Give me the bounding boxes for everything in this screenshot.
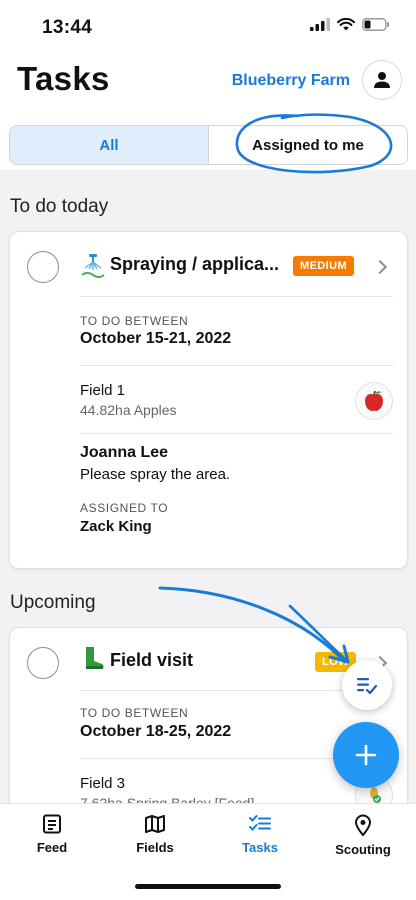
crop-badge xyxy=(355,382,393,420)
task-title: Field visit xyxy=(110,650,194,670)
section-title-upcoming: Upcoming xyxy=(10,592,96,613)
date-range: October 15-21, 2022 xyxy=(80,330,232,347)
nav-label: Fields xyxy=(136,840,174,855)
complete-checkbox[interactable] xyxy=(27,251,59,283)
home-indicator xyxy=(135,884,281,889)
page-title: Tasks xyxy=(17,60,110,97)
task-title: Spraying / applica... xyxy=(110,254,280,274)
date-label: TO DO BETWEEN xyxy=(80,706,189,720)
assignee-name: Zack King xyxy=(80,518,152,535)
barley-icon xyxy=(370,787,381,803)
field-name: Field 3 xyxy=(80,775,126,792)
bulk-complete-button[interactable] xyxy=(342,660,392,710)
sprayer-icon xyxy=(81,254,105,278)
header: Tasks Blueberry Farm All Assigned to me xyxy=(0,52,416,170)
divider xyxy=(80,433,393,434)
status-time: 13:44 xyxy=(42,17,93,38)
field-detail: 44.82ha Apples xyxy=(80,402,177,418)
nav-label: Scouting xyxy=(335,842,391,857)
feed-icon xyxy=(43,814,61,834)
nav-scouting[interactable]: Scouting xyxy=(318,814,408,857)
chevron-right-icon[interactable] xyxy=(372,259,388,275)
nav-feed[interactable]: Feed xyxy=(7,814,97,855)
battery-icon xyxy=(362,18,389,31)
date-range: October 18-25, 2022 xyxy=(80,723,232,740)
location-pin-icon xyxy=(354,814,372,836)
nav-label: Tasks xyxy=(242,840,278,855)
note-author: Joanna Lee xyxy=(80,444,169,461)
task-filter-tabs: All Assigned to me xyxy=(9,125,408,165)
field-name: Field 1 xyxy=(80,382,126,399)
nav-label: Feed xyxy=(36,840,68,855)
nav-fields[interactable]: Fields xyxy=(110,814,200,855)
task-note: Please spray the area. xyxy=(80,466,231,483)
tab-all[interactable]: All xyxy=(10,126,209,164)
profile-button[interactable] xyxy=(362,60,402,100)
map-icon xyxy=(145,815,165,833)
apple-icon xyxy=(365,390,383,411)
signal-icon xyxy=(310,18,330,31)
farm-selector[interactable]: Blueberry Farm xyxy=(232,72,350,90)
date-label: TO DO BETWEEN xyxy=(80,314,189,328)
user-icon xyxy=(374,72,390,88)
assigned-label: ASSIGNED TO xyxy=(80,501,169,515)
tab-assigned-to-me[interactable]: Assigned to me xyxy=(209,126,407,164)
tasks-icon xyxy=(249,815,271,831)
task-card[interactable]: Spraying / applica... MEDIUM TO DO BETWE… xyxy=(9,231,408,569)
plus-icon xyxy=(355,744,377,766)
list-check-icon xyxy=(357,678,378,694)
divider xyxy=(80,296,393,297)
divider xyxy=(80,365,393,366)
add-task-button[interactable] xyxy=(333,722,399,788)
wifi-icon xyxy=(337,18,355,31)
section-title-today: To do today xyxy=(10,196,109,217)
nav-tasks[interactable]: Tasks xyxy=(215,814,305,855)
complete-checkbox[interactable] xyxy=(27,647,59,679)
status-icons xyxy=(310,18,390,31)
priority-badge: MEDIUM xyxy=(293,256,355,276)
status-bar: 13:44 xyxy=(0,0,416,52)
boot-icon xyxy=(86,647,104,669)
